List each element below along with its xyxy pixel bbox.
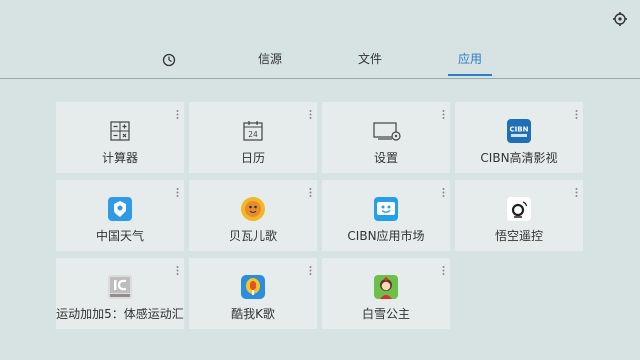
more-options-icon[interactable] [442, 105, 445, 119]
more-options-icon[interactable] [575, 183, 578, 197]
app-label: 日历 [240, 151, 265, 165]
app-tile-calculator[interactable]: 计算器 [56, 102, 184, 173]
tab-bar: 信源 文件 应用 [0, 48, 640, 78]
app-label: 贝瓦儿歌 [228, 229, 277, 243]
app-label: CIBN应用市场 [347, 229, 425, 243]
app-tile-china-weather[interactable]: 中国天气 [56, 180, 184, 251]
beva-songs-icon [241, 197, 265, 221]
more-options-icon[interactable] [176, 105, 179, 119]
more-options-icon[interactable] [442, 183, 445, 197]
snow-white-icon [374, 275, 398, 299]
more-options-icon[interactable] [309, 183, 312, 197]
app-label: 白雪公主 [361, 307, 410, 321]
tab-files[interactable]: 文件 [348, 48, 392, 74]
app-tile-snow-white[interactable]: 白雪公主 [322, 258, 450, 329]
calendar-day: 24 [248, 130, 258, 139]
more-options-icon[interactable] [176, 183, 179, 197]
app-label: 计算器 [101, 151, 138, 165]
more-options-icon[interactable] [309, 105, 312, 119]
china-weather-icon [108, 197, 132, 221]
cibn-logo-text: CIBN [510, 126, 529, 134]
more-options-icon[interactable] [309, 261, 312, 275]
more-options-icon[interactable] [442, 261, 445, 275]
gear-icon[interactable] [612, 11, 628, 27]
tv-settings-icon [372, 119, 402, 143]
app-tile-app-market[interactable]: CIBN应用市场 [322, 180, 450, 251]
more-options-icon[interactable] [176, 261, 179, 275]
app-tile-wukong-remote[interactable]: 悟空遥控 [455, 180, 583, 251]
app-label: 设置 [373, 151, 398, 165]
app-label: CIBN高清影视 [480, 151, 558, 165]
app-tile-calendar[interactable]: 24 日历 [189, 102, 317, 173]
calendar-icon: 24 [241, 119, 265, 143]
app-label: 悟空遥控 [494, 229, 543, 243]
calculator-icon [108, 119, 132, 143]
app-tile-settings[interactable]: 设置 [322, 102, 450, 173]
app-market-icon [374, 197, 398, 221]
cibn-video-icon: CIBN [507, 119, 531, 143]
wukong-remote-icon [507, 197, 531, 221]
tab-apps[interactable]: 应用 [448, 48, 492, 76]
more-options-icon[interactable] [575, 105, 578, 119]
app-label: 中国天气 [95, 229, 144, 243]
tab-sources[interactable]: 信源 [248, 48, 292, 74]
app-tile-sport-plus[interactable]: 运动加加5：体感运动汇 [56, 258, 184, 329]
app-label: 运动加加5：体感运动汇 [56, 307, 184, 321]
app-tile-beva-songs[interactable]: 贝瓦儿歌 [189, 180, 317, 251]
app-tile-kuwo-karaoke[interactable]: 酷我K歌 [189, 258, 317, 329]
tab-divider [0, 78, 640, 79]
sport-plus-icon [108, 275, 132, 299]
app-tile-cibn-video[interactable]: CIBN CIBN高清影视 [455, 102, 583, 173]
app-label: 酷我K歌 [231, 307, 275, 321]
kuwo-karaoke-icon [241, 275, 265, 299]
